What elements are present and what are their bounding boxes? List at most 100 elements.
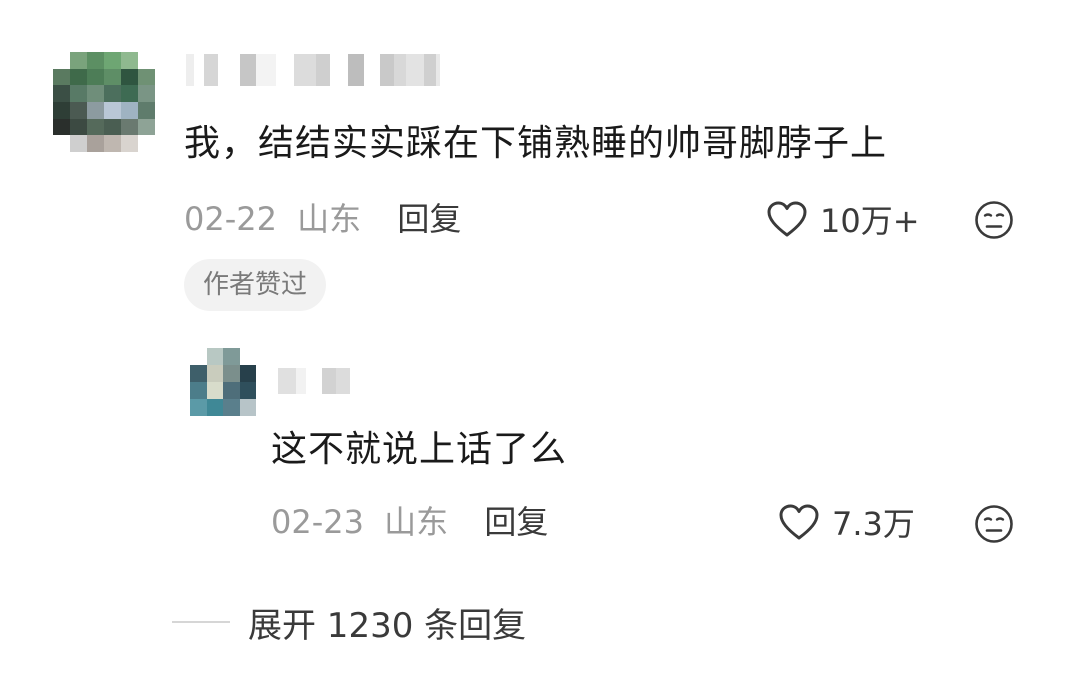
avatar-mosaic-cell xyxy=(104,118,121,136)
blur-block xyxy=(194,54,204,86)
avatar-mosaic-cell xyxy=(121,85,138,102)
avatar-mosaic-cell xyxy=(53,52,70,69)
avatar-mosaic-cell xyxy=(239,382,256,399)
blur-block xyxy=(276,54,294,86)
avatar-mosaic-cell xyxy=(53,118,70,136)
avatar-mosaic-cell xyxy=(206,365,223,382)
blur-block xyxy=(336,368,350,394)
avatar-mosaic-cell xyxy=(206,399,223,416)
blur-block xyxy=(348,54,364,86)
avatar-mosaic-cell xyxy=(190,348,207,365)
avatar-mosaic-cell xyxy=(104,135,121,152)
blur-block xyxy=(306,368,322,394)
blur-block xyxy=(186,54,194,86)
avatar-mosaic-cell xyxy=(190,382,207,399)
avatar-mosaic-cell xyxy=(206,348,223,365)
blur-block xyxy=(294,54,316,86)
comment-text: 我，结结实实踩在下铺熟睡的帅哥脚脖子上 xyxy=(184,123,888,164)
blur-block xyxy=(278,368,296,394)
avatar-mosaic-cell xyxy=(223,399,240,416)
avatar-mosaic-cell xyxy=(53,85,70,102)
username-blurred[interactable] xyxy=(186,54,440,86)
blur-block xyxy=(424,54,436,86)
avatar-mosaic-cell xyxy=(206,382,223,399)
like-count: 10万+ xyxy=(820,202,920,240)
avatar-mosaic-cell xyxy=(190,365,207,382)
avatar-mosaic-cell xyxy=(121,118,138,136)
avatar-mosaic-cell xyxy=(239,348,256,365)
avatar-mosaic-cell xyxy=(138,52,155,69)
reply-date: 02-23 山东 xyxy=(271,503,458,541)
blur-block xyxy=(256,54,276,86)
avatar-mosaic-cell xyxy=(223,365,240,382)
blur-block xyxy=(322,368,336,394)
avatar-mosaic-cell xyxy=(121,135,138,152)
avatar-mosaic-cell xyxy=(87,85,104,102)
expand-replies-button[interactable]: 展开 1230 条回复 xyxy=(172,598,526,646)
avatar-mosaic-cell xyxy=(53,101,70,119)
location-value: 山东 xyxy=(297,200,362,238)
avatar-mosaic-cell xyxy=(138,85,155,102)
avatar-mosaic-cell xyxy=(138,68,155,86)
avatar-mosaic-cell xyxy=(138,135,155,152)
avatar-mosaic-cell xyxy=(190,399,207,416)
avatar-mosaic-cell xyxy=(70,85,87,102)
blur-block xyxy=(296,368,306,394)
blur-block xyxy=(380,54,394,86)
avatar-mosaic-cell xyxy=(53,135,70,152)
avatar-mosaic-cell xyxy=(121,52,138,69)
blur-block xyxy=(406,54,424,86)
reply-meta: 02-23 山东 回复 xyxy=(271,500,548,544)
heart-outline-icon xyxy=(779,504,819,540)
blur-block xyxy=(364,54,380,86)
blur-block xyxy=(394,54,406,86)
blur-block xyxy=(240,54,256,86)
reply-like-button[interactable]: 7.3万 xyxy=(778,500,915,544)
reply-button[interactable]: 回复 xyxy=(397,200,461,238)
date-value: 02-23 xyxy=(271,503,364,541)
avatar[interactable] xyxy=(53,52,155,152)
divider-line xyxy=(172,621,230,623)
blur-block xyxy=(436,54,440,86)
reply-text: 这不就说上话了么 xyxy=(271,429,568,470)
expand-replies-label: 展开 1230 条回复 xyxy=(248,605,527,646)
avatar-mosaic-cell xyxy=(87,68,104,86)
avatar-mosaic-cell xyxy=(223,382,240,399)
reply-button[interactable]: 回复 xyxy=(484,503,548,541)
author-liked-badge: 作者赞过 xyxy=(184,259,327,311)
avatar-mosaic-cell xyxy=(87,118,104,136)
avatar-mosaic-cell xyxy=(104,52,121,69)
reply-avatar[interactable] xyxy=(190,348,256,416)
blur-block xyxy=(316,54,330,86)
avatar-mosaic-cell xyxy=(104,101,121,119)
avatar-mosaic-cell xyxy=(70,118,87,136)
date-value: 02-22 xyxy=(184,200,277,238)
comment-meta: 02-22 山东 回复 xyxy=(184,197,461,241)
location-value: 山东 xyxy=(384,503,449,541)
blur-block xyxy=(204,54,218,86)
blur-block xyxy=(218,54,240,86)
avatar-mosaic-cell xyxy=(70,101,87,119)
avatar-mosaic-cell xyxy=(87,135,104,152)
comment-date: 02-22 山东 xyxy=(184,200,371,238)
avatar-mosaic-cell xyxy=(53,68,70,86)
avatar-mosaic-cell xyxy=(121,68,138,86)
avatar-mosaic-cell xyxy=(239,365,256,382)
avatar-mosaic-cell xyxy=(121,101,138,119)
avatar-mosaic-cell xyxy=(104,68,121,86)
neutral-face-icon[interactable] xyxy=(974,504,1014,544)
heart-outline-icon xyxy=(767,201,807,237)
neutral-face-icon[interactable] xyxy=(974,200,1014,240)
avatar-mosaic-cell xyxy=(104,85,121,102)
reply-username-blurred[interactable] xyxy=(278,368,350,394)
avatar-mosaic-cell xyxy=(138,118,155,136)
like-button[interactable]: 10万+ xyxy=(766,197,920,241)
avatar-mosaic-cell xyxy=(70,68,87,86)
avatar-mosaic-cell xyxy=(138,101,155,119)
like-count: 7.3万 xyxy=(832,505,915,543)
blur-block xyxy=(330,54,348,86)
avatar-mosaic-cell xyxy=(223,348,240,365)
avatar-mosaic-cell xyxy=(70,135,87,152)
avatar-mosaic-cell xyxy=(87,101,104,119)
avatar-mosaic-cell xyxy=(87,52,104,69)
